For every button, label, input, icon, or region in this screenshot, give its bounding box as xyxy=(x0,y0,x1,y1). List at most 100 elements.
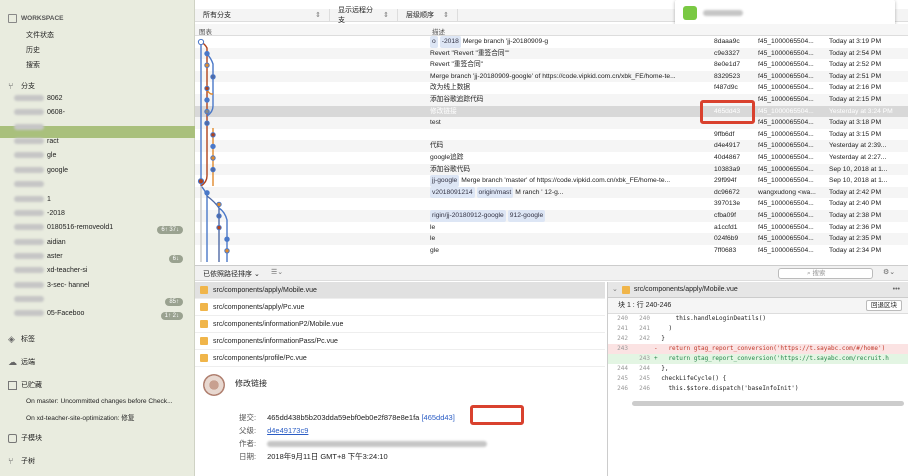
chevron-down-icon[interactable]: ⌄ xyxy=(612,282,618,298)
stashes-header[interactable]: 已贮藏 xyxy=(8,380,42,390)
commit-label: 提交: xyxy=(239,413,257,422)
commit-node[interactable] xyxy=(197,38,205,46)
commit-hash: c9e3327 xyxy=(714,49,740,57)
old-line-number: 240 xyxy=(617,315,628,322)
commit-date: Today at 2:52 PM xyxy=(829,61,882,69)
changed-file-item[interactable]: src/components/informationPass/Pc.vue xyxy=(195,333,605,350)
changed-file-item[interactable]: src/components/profile/Pc.vue xyxy=(195,350,605,367)
graph-column-label[interactable]: 图表 xyxy=(199,26,212,36)
commit-author: f45_1000065504... xyxy=(758,96,814,103)
commit-node[interactable] xyxy=(210,132,216,138)
commit-node[interactable] xyxy=(204,108,210,115)
commit-node[interactable] xyxy=(216,201,222,208)
gear-icon[interactable]: ⚙⌄ xyxy=(883,268,895,276)
commit-message: Merge branch 'jj-20180909-g xyxy=(462,38,549,45)
branch-tag[interactable]: o xyxy=(430,36,438,48)
subtrees-label: 子树 xyxy=(21,458,35,465)
sidebar-branch-item[interactable]: gle xyxy=(14,152,189,159)
branch-tag[interactable]: -2018 xyxy=(439,36,461,48)
stash-item[interactable]: On master: Uncommitted changes before Ch… xyxy=(26,398,173,405)
commit-node[interactable] xyxy=(197,178,205,185)
commit-node[interactable] xyxy=(204,190,210,196)
branch-tag[interactable]: 912-google xyxy=(507,210,546,222)
commit-author: f45_1000065504... xyxy=(758,107,814,115)
sidebar-branch-item[interactable]: 3-sec- hannel xyxy=(14,282,189,289)
sidebar-branch-item[interactable]: xd-teacher-si xyxy=(14,267,189,274)
commit-node[interactable] xyxy=(224,236,230,242)
sidebar-branch-item[interactable]: ract xyxy=(14,138,189,145)
commit-description: 代码 xyxy=(430,140,710,152)
sidebar-item-search[interactable]: 搜索 xyxy=(26,60,40,70)
commit-author: f45_1000065504... xyxy=(758,61,814,69)
commit-author: f45_1000065504... xyxy=(758,223,814,231)
branch-label: 3-sec- hannel xyxy=(47,282,90,289)
discard-hunk-button[interactable]: 回退区块 xyxy=(866,300,902,311)
commit-node[interactable] xyxy=(216,224,222,231)
list-view-icon[interactable]: ☰⌄ xyxy=(271,268,283,276)
commit-node[interactable] xyxy=(204,97,210,103)
description-column-label[interactable]: 描述 xyxy=(432,26,445,36)
commit-node[interactable] xyxy=(210,74,216,80)
sidebar-item-file-status[interactable]: 文件状态 xyxy=(26,30,54,40)
notification-popup[interactable] xyxy=(675,0,895,26)
sidebar-branch-item[interactable] xyxy=(14,124,189,131)
parent-link[interactable]: d4e49173c9 xyxy=(267,426,308,435)
commit-hash: dc96672 xyxy=(714,188,740,196)
branch-tag[interactable]: v2018091214 xyxy=(430,186,475,199)
tags-header[interactable]: ◈ 标签 xyxy=(8,334,35,344)
branch-tag[interactable]: jj-google xyxy=(430,175,460,187)
changed-file-item[interactable]: src/components/informationP2/Mobile.vue xyxy=(195,316,605,333)
branch-label: ract xyxy=(47,138,59,145)
sidebar-branch-item[interactable]: 8062 xyxy=(14,95,189,102)
changed-file-item[interactable]: src/components/apply/Mobile.vue xyxy=(195,282,605,299)
remote-filter-dropdown[interactable]: 显示远程分支 ⇕ xyxy=(330,7,398,24)
horizontal-scrollbar[interactable] xyxy=(632,401,904,406)
more-icon[interactable]: ••• xyxy=(893,282,900,298)
commit-node[interactable] xyxy=(204,50,210,57)
sort-dropdown[interactable]: 已依照路径排序 ⌄ xyxy=(203,269,260,279)
file-path: src/components/profile/Pc.vue xyxy=(213,354,307,362)
commit-node[interactable] xyxy=(210,166,216,173)
commit-node[interactable] xyxy=(204,62,210,68)
branch-tag[interactable]: origin/mast xyxy=(476,186,514,199)
commit-node[interactable] xyxy=(216,213,222,219)
commit-message: 添加谷歌代码 xyxy=(430,165,471,173)
sidebar-item-history[interactable]: 历史 xyxy=(26,45,40,55)
new-line-number: 246 xyxy=(639,385,650,392)
sidebar-branch-item[interactable]: aster 6↓ xyxy=(14,253,189,263)
commit-description: le xyxy=(430,233,710,245)
sidebar-branch-item[interactable]: 05-Faceboo 1↑ 2↓ xyxy=(14,310,189,320)
sidebar-branch-item[interactable]: 0608- xyxy=(14,109,189,116)
commit-node[interactable] xyxy=(204,85,210,92)
branches-header[interactable]: ⑂ 分支 xyxy=(8,81,35,91)
commit-full-hash[interactable]: 465dd438b5b203dda59ebf0eb0e2f878e8e1fa xyxy=(267,413,419,422)
sidebar-branch-item[interactable]: 0180516-removeold1 6↑ 37↓ xyxy=(14,224,189,234)
sidebar-branch-item[interactable]: google xyxy=(14,167,189,174)
stash-item[interactable]: On xd-teacher-site-optimization: 修复 xyxy=(26,412,134,422)
subtrees-header[interactable]: ⑂ 子树 xyxy=(8,456,35,466)
commit-node[interactable] xyxy=(210,155,216,161)
branch-name-blur xyxy=(14,310,44,317)
branch-filter-dropdown[interactable]: 所有分支 ⇕ xyxy=(195,8,330,22)
sidebar-branch-item[interactable]: aidian xyxy=(14,239,189,246)
sidebar-branch-item[interactable]: 1 xyxy=(14,196,189,203)
submodules-header[interactable]: 子模块 xyxy=(8,433,42,443)
order-filter-dropdown[interactable]: 层级顺序 ⇕ xyxy=(398,8,458,22)
branch-tag[interactable]: rigin/jj-20180912-google xyxy=(430,210,506,222)
sidebar-branch-item[interactable] xyxy=(14,181,189,188)
sidebar-branch-item[interactable]: -2018 xyxy=(14,210,189,217)
submodule-icon xyxy=(8,433,17,443)
commit-short-hash[interactable]: [465dd43] xyxy=(421,413,454,422)
commit-node[interactable] xyxy=(204,120,210,126)
file-search-input[interactable]: ⌕ 搜索 xyxy=(778,268,873,279)
old-line-number: 246 xyxy=(617,385,628,392)
commit-date: Today at 2:16 PM xyxy=(829,84,882,92)
commit-node[interactable] xyxy=(210,143,216,150)
changed-file-item[interactable]: src/components/apply/Pc.vue xyxy=(195,299,605,316)
remotes-header[interactable]: ☁ 远端 xyxy=(8,357,35,367)
commit-description: o -2018 Merge branch 'jj-20180909-g xyxy=(430,36,710,48)
commit-date: Yesterday at 2:27... xyxy=(829,154,887,161)
sidebar-branch-item[interactable]: 85↑ xyxy=(14,296,189,306)
diff-code: } xyxy=(654,335,665,342)
commit-node[interactable] xyxy=(224,248,230,254)
